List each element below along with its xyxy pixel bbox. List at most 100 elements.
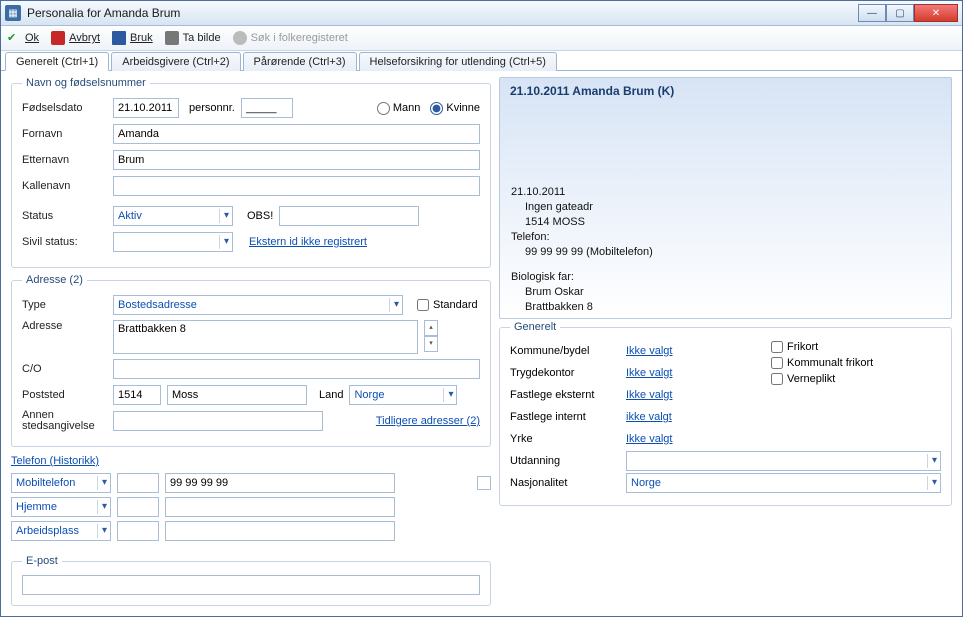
address-fieldset: Adresse (2) Type Bostedsadresse Standard… (11, 274, 491, 447)
nasj-label: Nasjonalitet (510, 477, 620, 489)
save-icon (112, 31, 126, 45)
obs-input[interactable] (279, 206, 419, 226)
lastname-label: Etternavn (22, 154, 107, 166)
email-input[interactable] (22, 575, 480, 595)
tab-generelt[interactable]: Generelt (Ctrl+1) (5, 52, 109, 71)
people-icon (233, 31, 247, 45)
faste-link[interactable]: Ikke valgt (626, 389, 672, 401)
stop-icon (51, 31, 65, 45)
general-legend: Generelt (510, 321, 560, 333)
external-id-link[interactable]: Ekstern id ikke registrert (249, 236, 367, 248)
nickname-label: Kallenavn (22, 180, 107, 192)
close-button[interactable]: ✕ (914, 4, 958, 22)
summary-biofar-name: Brum Oskar (511, 285, 940, 300)
nasj-combo[interactable]: Norge (626, 473, 941, 493)
annen-label: Annen stedsangivelse (22, 410, 107, 432)
status-label: Status (22, 210, 107, 222)
obs-label: OBS! (247, 210, 273, 222)
kommunalt-frikort-checkbox[interactable]: Kommunalt frikort (771, 357, 941, 369)
spin-down-icon[interactable]: ▾ (424, 336, 438, 352)
camera-icon (165, 31, 179, 45)
summary-post: 1514 MOSS (511, 215, 940, 230)
toolbar: ✔Ok Avbryt Bruk Ta bilde Søk i folkeregi… (1, 26, 962, 51)
yrke-label: Yrke (510, 433, 620, 445)
spin-up-icon[interactable]: ▴ (424, 320, 438, 336)
gender-male-radio[interactable]: Mann (377, 102, 421, 115)
addr-label: Adresse (22, 320, 107, 332)
phone-country-3[interactable] (117, 521, 159, 541)
lastname-input[interactable] (113, 150, 480, 170)
phone-country-2[interactable] (117, 497, 159, 517)
verneplikt-checkbox[interactable]: Verneplikt (771, 373, 941, 385)
address-legend: Adresse (2) (22, 274, 87, 286)
poststed-label: Poststed (22, 389, 107, 401)
summary-biofar-addr: Brattbakken 8 (511, 300, 940, 315)
addr-spinner[interactable]: ▴▾ (424, 320, 438, 352)
firstname-input[interactable] (113, 124, 480, 144)
tab-arbeidsgivere[interactable]: Arbeidsgivere (Ctrl+2) (111, 52, 240, 71)
right-column: 21.10.2011 Amanda Brum (K) 21.10.2011 In… (499, 77, 952, 606)
cancel-button[interactable]: Avbryt (51, 31, 100, 45)
window-buttons: — ▢ ✕ (858, 4, 958, 22)
phone-row-1: Mobiltelefon (11, 473, 491, 493)
app-icon: ▦ (5, 5, 21, 21)
tab-bar: Generelt (Ctrl+1) Arbeidsgivere (Ctrl+2)… (1, 51, 962, 71)
kommune-link[interactable]: Ikke valgt (626, 345, 672, 357)
faste-label: Fastlege eksternt (510, 389, 620, 401)
land-combo[interactable]: Norge (349, 385, 457, 405)
summary-tel-label: Telefon: (511, 230, 940, 245)
check-icon: ✔ (7, 31, 21, 45)
sivil-label: Sivil status: (22, 236, 107, 248)
minimize-button[interactable]: — (858, 4, 886, 22)
phone-section: Telefon (Historikk) Mobiltelefon Hjemme … (11, 453, 491, 545)
phone-type-1[interactable]: Mobiltelefon (11, 473, 111, 493)
window: ▦ Personalia for Amanda Brum — ▢ ✕ ✔Ok A… (0, 0, 963, 617)
phone-row-3: Arbeidsplass (11, 521, 491, 541)
prev-addresses-link[interactable]: Tidligere adresser (2) (376, 415, 480, 427)
gender-female-radio[interactable]: Kvinne (430, 102, 480, 115)
nickname-input[interactable] (113, 176, 480, 196)
tab-parorende[interactable]: Pårørende (Ctrl+3) (243, 52, 357, 71)
status-combo[interactable]: Aktiv (113, 206, 233, 226)
summary-title: 21.10.2011 Amanda Brum (K) (510, 84, 941, 98)
co-input[interactable] (113, 359, 480, 379)
email-legend: E-post (22, 555, 62, 567)
personnr-input[interactable] (241, 98, 293, 118)
phone-number-1[interactable] (165, 473, 395, 493)
poststed-input[interactable] (167, 385, 307, 405)
name-legend: Navn og fødselsnummer (22, 77, 150, 89)
ok-button[interactable]: ✔Ok (7, 31, 39, 45)
dob-label: Fødselsdato (22, 102, 107, 114)
addr-input[interactable]: Brattbakken 8 (113, 320, 418, 354)
trygde-link[interactable]: Ikke valgt (626, 367, 672, 379)
phone-number-2[interactable] (165, 497, 395, 517)
trygde-label: Trygdekontor (510, 367, 620, 379)
tab-helseforsikring[interactable]: Helseforsikring for utlending (Ctrl+5) (359, 52, 557, 71)
frikort-checkbox[interactable]: Frikort (771, 341, 941, 353)
standard-checkbox[interactable]: Standard (417, 299, 478, 311)
phone-history-link[interactable]: Telefon (Historikk) (11, 455, 99, 467)
maximize-button[interactable]: ▢ (886, 4, 914, 22)
utdan-combo[interactable] (626, 451, 941, 471)
summary-dob: 21.10.2011 (511, 185, 940, 200)
apply-button[interactable]: Bruk (112, 31, 153, 45)
name-fieldset: Navn og fødselsnummer Fødselsdato person… (11, 77, 491, 268)
co-label: C/O (22, 363, 107, 375)
summary-details: 21.10.2011 Ingen gateadr 1514 MOSS Telef… (499, 185, 952, 315)
postnr-input[interactable] (113, 385, 161, 405)
phone-type-3[interactable]: Arbeidsplass (11, 521, 111, 541)
phone-check-1[interactable] (477, 476, 491, 490)
summary-biofar-label: Biologisk far: (511, 270, 940, 285)
phone-number-3[interactable] (165, 521, 395, 541)
fasti-link[interactable]: ikke valgt (626, 411, 672, 423)
sivil-combo[interactable] (113, 232, 233, 252)
annen-input[interactable] (113, 411, 323, 431)
take-photo-button[interactable]: Ta bilde (165, 31, 221, 45)
dob-input[interactable] (113, 98, 179, 118)
yrke-link[interactable]: Ikke valgt (626, 433, 672, 445)
left-column: Navn og fødselsnummer Fødselsdato person… (11, 77, 491, 606)
addr-type-combo[interactable]: Bostedsadresse (113, 295, 403, 315)
phone-country-1[interactable] (117, 473, 159, 493)
addr-type-label: Type (22, 299, 107, 311)
phone-type-2[interactable]: Hjemme (11, 497, 111, 517)
